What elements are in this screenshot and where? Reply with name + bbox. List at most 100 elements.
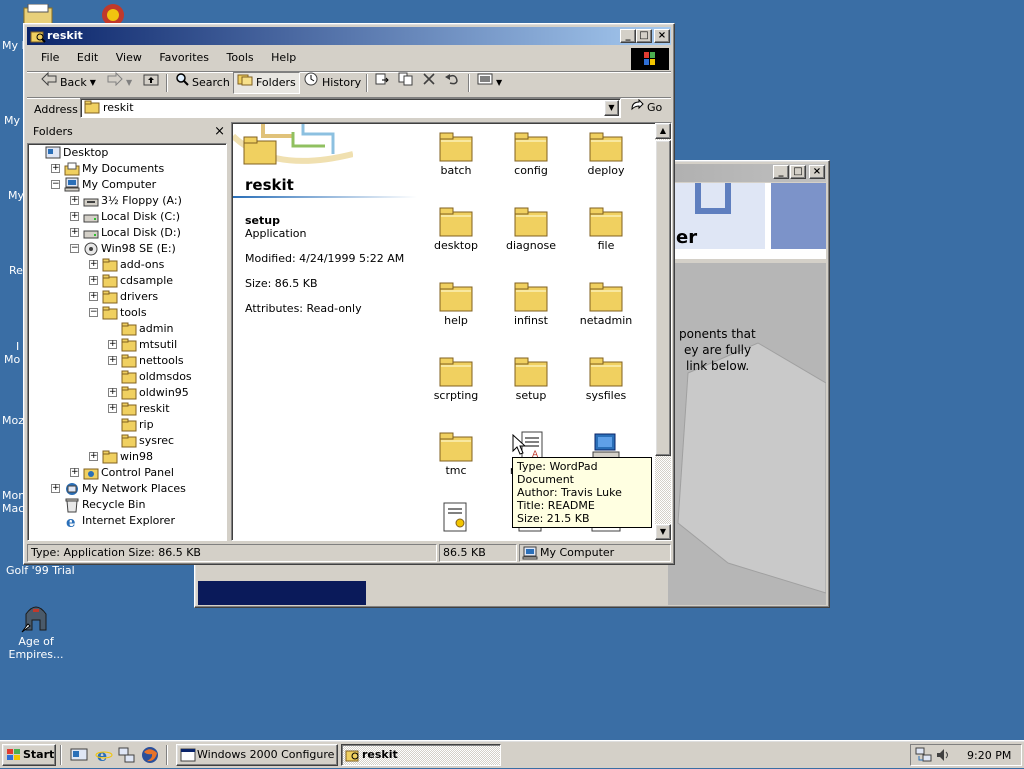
expand-icon[interactable]: + [70, 468, 79, 477]
file-item[interactable]: infinst [493, 274, 569, 346]
configure-maximize-button[interactable]: □ [790, 165, 806, 179]
search-button[interactable]: Search [172, 72, 233, 94]
folders-button[interactable]: Folders [233, 72, 300, 94]
folders-pane-close-icon[interactable]: × [214, 122, 225, 141]
tree-row[interactable]: Recycle Bin [64, 497, 147, 513]
collapse-icon[interactable]: − [89, 308, 98, 317]
address-dropdown-icon[interactable]: ▼ [604, 100, 619, 116]
clock[interactable]: 9:20 PM [967, 749, 1011, 762]
file-item[interactable]: help [418, 274, 494, 346]
expand-icon[interactable]: + [51, 484, 60, 493]
explorer-close-button[interactable]: × [654, 29, 670, 43]
expand-icon[interactable]: + [108, 356, 117, 365]
configure-close-button[interactable]: × [809, 165, 825, 179]
tree-row[interactable]: admin [121, 321, 175, 337]
network-icon[interactable] [118, 746, 136, 767]
tree-row[interactable]: + Local Disk (D:) [70, 225, 183, 241]
tree-row[interactable]: − tools [89, 305, 149, 321]
file-item[interactable]: sysfiles [568, 349, 644, 421]
file-item[interactable]: setup [493, 349, 569, 421]
forward-dropdown-icon[interactable]: ▼ [126, 72, 132, 94]
tree-row[interactable]: + Control Panel [70, 465, 176, 481]
undo-button[interactable] [441, 72, 463, 94]
tree-row[interactable]: Desktop [45, 145, 110, 161]
start-button[interactable]: Start [2, 744, 56, 766]
file-item[interactable]: desktop [418, 199, 494, 271]
move-to-button[interactable] [371, 72, 393, 94]
file-item[interactable]: diagnose [493, 199, 569, 271]
menu-help[interactable]: Help [264, 49, 303, 67]
tree-row[interactable]: + oldwin95 [108, 385, 191, 401]
address-value[interactable]: reskit [103, 101, 134, 114]
explorer-maximize-button[interactable]: □ [636, 29, 652, 43]
tree-row[interactable]: oldmsdos [121, 369, 194, 385]
expand-icon[interactable]: + [70, 228, 79, 237]
file-item[interactable]: config [493, 124, 569, 196]
tree-row[interactable]: + Local Disk (C:) [70, 209, 182, 225]
age-of-empires-desktop-icon[interactable]: Age of Empires... [0, 600, 72, 661]
tree-row[interactable]: − Win98 SE (E:) [70, 241, 178, 257]
copy-to-button[interactable] [395, 72, 417, 94]
tree-row[interactable]: sysrec [121, 433, 176, 449]
menu-edit[interactable]: Edit [70, 49, 105, 67]
collapse-icon[interactable]: − [70, 244, 79, 253]
tree-row[interactable]: + reskit [108, 401, 172, 417]
expand-icon[interactable]: + [89, 276, 98, 285]
views-dropdown-icon[interactable]: ▼ [496, 72, 502, 94]
file-item[interactable]: netadmin [568, 274, 644, 346]
tree-row[interactable]: e Internet Explorer [64, 513, 177, 531]
tree-row[interactable]: +3½ Floppy (A:) [70, 193, 184, 209]
folders-tree[interactable]: Desktop + My Documents − My Computer +3½ Flop… [27, 143, 227, 541]
tree-row[interactable]: + drivers [89, 289, 160, 305]
expand-icon[interactable]: + [89, 292, 98, 301]
tree-row[interactable]: + My Documents [51, 161, 166, 177]
volume-icon[interactable] [935, 747, 951, 766]
scroll-up-arrow-icon[interactable]: ▲ [655, 123, 671, 139]
internet-explorer-icon[interactable]: e [95, 746, 113, 767]
expand-icon[interactable]: + [51, 164, 60, 173]
desktop-label-golf[interactable]: Golf '99 Trial [6, 564, 75, 577]
file-item[interactable]: batch [418, 124, 494, 196]
views-button[interactable]: ▼ [474, 72, 505, 94]
menu-file[interactable]: File [34, 49, 66, 67]
forward-button[interactable]: ▼ [104, 71, 135, 94]
go-button[interactable]: Go [627, 98, 665, 118]
tree-row[interactable]: − My Computer [51, 177, 158, 193]
text-file-icon[interactable] [440, 501, 472, 535]
file-item[interactable]: tmc [418, 424, 494, 496]
menu-view[interactable]: View [109, 49, 149, 67]
scroll-thumb[interactable] [655, 140, 671, 456]
tree-row[interactable]: + add-ons [89, 257, 166, 273]
history-button[interactable]: History [300, 72, 364, 94]
up-button[interactable] [140, 72, 162, 94]
back-dropdown-icon[interactable]: ▼ [90, 72, 96, 94]
network-tray-icon[interactable] [915, 747, 933, 766]
expand-icon[interactable]: + [70, 212, 79, 221]
file-item[interactable]: file [568, 199, 644, 271]
delete-button[interactable] [419, 72, 439, 94]
file-item[interactable]: scrpting [418, 349, 494, 421]
scroll-down-arrow-icon[interactable]: ▼ [655, 524, 671, 540]
firefox-icon[interactable] [141, 746, 159, 767]
address-field[interactable]: reskit ▼ [80, 98, 621, 118]
vertical-scrollbar[interactable]: ▲ ▼ [655, 123, 671, 540]
expand-icon[interactable]: + [70, 196, 79, 205]
collapse-icon[interactable]: − [51, 180, 60, 189]
expand-icon[interactable]: + [108, 388, 117, 397]
tree-row[interactable]: + nettools [108, 353, 186, 369]
file-item[interactable]: deploy [568, 124, 644, 196]
tree-row[interactable]: + cdsample [89, 273, 175, 289]
expand-icon[interactable]: + [108, 340, 117, 349]
task-configure-button[interactable]: Windows 2000 Configure ... [176, 744, 338, 766]
tree-row[interactable]: rip [121, 417, 156, 433]
expand-icon[interactable]: + [89, 452, 98, 461]
expand-icon[interactable]: + [89, 260, 98, 269]
configure-minimize-button[interactable]: _ [773, 165, 789, 179]
task-reskit-button[interactable]: reskit [341, 744, 501, 766]
back-button[interactable]: Back ▼ [38, 71, 99, 94]
explorer-titlebar[interactable]: reskit [27, 27, 671, 45]
explorer-minimize-button[interactable]: _ [620, 29, 636, 43]
show-desktop-icon[interactable] [70, 747, 88, 766]
expand-icon[interactable]: + [108, 404, 117, 413]
tree-row[interactable]: + win98 [89, 449, 155, 465]
